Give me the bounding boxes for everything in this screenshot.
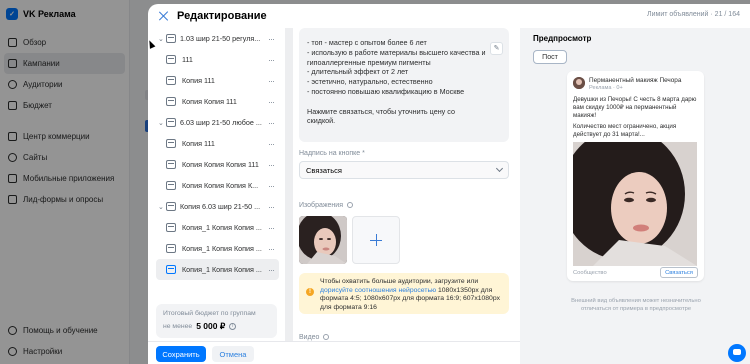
budget-label: Итоговый бюджет по группам — [163, 310, 256, 317]
save-button[interactable]: Сохранить — [156, 346, 206, 362]
tree-row-label: 111 — [182, 55, 193, 64]
avatar — [573, 77, 585, 89]
ad-icon — [166, 265, 176, 274]
preview-image — [573, 142, 697, 266]
ad-icon — [166, 244, 176, 253]
tree-ad-row[interactable]: Копия Копия 111 ··· — [156, 91, 279, 112]
tab-post[interactable]: Пост — [533, 50, 567, 64]
more-icon[interactable]: ··· — [265, 202, 277, 212]
tree-ad-row[interactable]: Копия 111 ··· — [156, 133, 279, 154]
tree-row-label: Копия 111 — [182, 139, 215, 148]
more-icon[interactable]: ··· — [265, 265, 277, 275]
tree-row-label: Копия Копия Копия 111 — [182, 160, 259, 169]
aspect-ratio-warning: ! Чтобы охватить больше аудитории, загру… — [299, 273, 509, 314]
add-image-button[interactable] — [352, 216, 400, 264]
ad-icon — [166, 139, 176, 148]
tree-ad-row-selected[interactable]: Копия_1 Копия Копия ... ··· — [156, 259, 279, 280]
more-icon[interactable]: ··· — [265, 160, 277, 170]
tree-row-label: Копия 111 — [182, 76, 215, 85]
more-icon[interactable]: ··· — [265, 181, 277, 191]
tree-row-label: 6.03 шир 21-50 любое ... — [180, 118, 262, 127]
group-icon — [166, 118, 176, 127]
ads-tree: ⌄ 1.03 шир 21-50 регуля... ··· 111 ··· К… — [148, 28, 285, 341]
info-icon[interactable]: i — [229, 323, 237, 330]
more-icon[interactable]: ··· — [265, 139, 277, 149]
tree-ad-row[interactable]: Копия Копия Копия К... ··· — [156, 175, 279, 196]
ad-icon — [166, 223, 176, 232]
uploaded-image-thumbnail[interactable] — [299, 216, 347, 264]
tree-group-row[interactable]: ⌄ 6.03 шир 21-50 любое ... ··· — [156, 112, 279, 133]
tree-row-label: Копия Копия Копия К... — [182, 181, 259, 190]
preview-page-sub: Реклама · 0+ — [589, 85, 623, 91]
generate-ratios-link[interactable]: дорисуйте соотношения нейросетью — [320, 287, 436, 294]
tree-group-row[interactable]: ⌄ 1.03 шир 21-50 регуля... ··· — [156, 28, 279, 49]
column-divider — [285, 28, 293, 341]
modal-title: Редактирование — [177, 10, 267, 22]
warning-icon: ! — [306, 288, 314, 296]
magic-wand-icon[interactable]: ✎ — [490, 42, 503, 55]
group-icon — [166, 202, 176, 211]
ads-limit: Лимит объявлений · 21 / 164 — [647, 11, 740, 18]
tree-ad-row[interactable]: Копия_1 Копия Копия ... ··· — [156, 217, 279, 238]
more-icon[interactable]: ··· — [265, 118, 277, 128]
tree-row-label: Копия 6.03 шир 21-50 ... — [180, 202, 261, 211]
tree-row-label: Копия_1 Копия Копия ... — [182, 223, 262, 232]
preview-text: Девушки из Печоры! С честь 8 марта дарю … — [573, 96, 697, 139]
ad-icon — [166, 97, 176, 106]
button-label-select[interactable]: Связаться — [299, 161, 509, 179]
chevron-down-icon — [495, 164, 504, 173]
modal-header: Редактирование Лимит объявлений · 21 / 1… — [148, 4, 750, 28]
ad-icon — [166, 181, 176, 190]
ad-icon — [166, 160, 176, 169]
cancel-button[interactable]: Отмена — [212, 346, 254, 362]
tree-ad-row[interactable]: Копия 111 ··· — [156, 70, 279, 91]
tree-row-label: Копия Копия 111 — [182, 97, 237, 106]
modal-footer: Сохранить Отмена — [148, 341, 520, 364]
info-icon[interactable] — [323, 334, 330, 341]
more-icon[interactable]: ··· — [265, 97, 277, 107]
chevron-down-icon[interactable]: ⌄ — [158, 35, 164, 43]
chat-support-button[interactable] — [728, 344, 746, 362]
budget-value: 5 000 ₽ — [196, 321, 226, 331]
more-icon[interactable]: ··· — [265, 244, 277, 254]
button-label-title: Надпись на кнопке * — [299, 150, 365, 157]
chevron-down-icon[interactable]: ⌄ — [158, 119, 164, 127]
ad-icon — [166, 55, 176, 64]
ad-icon — [166, 76, 176, 85]
preview-footer-label: Сообщество — [573, 270, 607, 276]
tree-row-label: Копия_1 Копия Копия ... — [182, 244, 262, 253]
preview-cta-button[interactable]: Связаться — [660, 267, 698, 278]
preview-note: Внешний вид объявления может незначитель… — [571, 298, 701, 312]
video-title: Видео — [299, 334, 330, 341]
ad-form: - топ - мастер с опытом более 6 лет - ис… — [293, 28, 520, 341]
close-icon[interactable] — [159, 11, 169, 21]
more-icon[interactable]: ··· — [265, 76, 277, 86]
tree-ad-row[interactable]: Копия_1 Копия Копия ... ··· — [156, 238, 279, 259]
info-icon[interactable] — [346, 202, 353, 209]
description-textarea[interactable]: - топ - мастер с опытом более 6 лет - ис… — [299, 28, 509, 142]
tree-ad-row[interactable]: 111 ··· — [156, 49, 279, 70]
tree-row-label: 1.03 шир 21-50 регуля... — [180, 34, 261, 43]
chevron-down-icon[interactable]: ⌄ — [158, 203, 164, 211]
tree-group-row[interactable]: ⌄ Копия 6.03 шир 21-50 ... ··· — [156, 196, 279, 217]
more-icon[interactable]: ··· — [265, 55, 277, 65]
more-icon[interactable]: ··· — [265, 34, 277, 44]
preview-panel: Предпросмотр Пост Перманентный макияж Пе… — [520, 28, 750, 364]
more-icon[interactable]: ··· — [265, 223, 277, 233]
group-icon — [166, 34, 176, 43]
budget-summary: Итоговый бюджет по группам не менее 5 00… — [156, 304, 277, 338]
edit-modal: Редактирование Лимит объявлений · 21 / 1… — [148, 4, 750, 364]
tree-ad-row[interactable]: Копия Копия Копия 111 ··· — [156, 154, 279, 175]
plus-icon — [370, 234, 382, 246]
images-title: Изображения — [299, 202, 353, 209]
ad-preview-card: Перманентный макияж Печора Реклама · 0+ … — [567, 71, 704, 281]
tree-row-label: Копия_1 Копия Копия ... — [182, 265, 262, 274]
preview-page-name: Перманентный макияж Печора — [589, 77, 682, 84]
budget-prefix: не менее — [163, 323, 193, 330]
preview-title: Предпросмотр — [533, 34, 592, 43]
